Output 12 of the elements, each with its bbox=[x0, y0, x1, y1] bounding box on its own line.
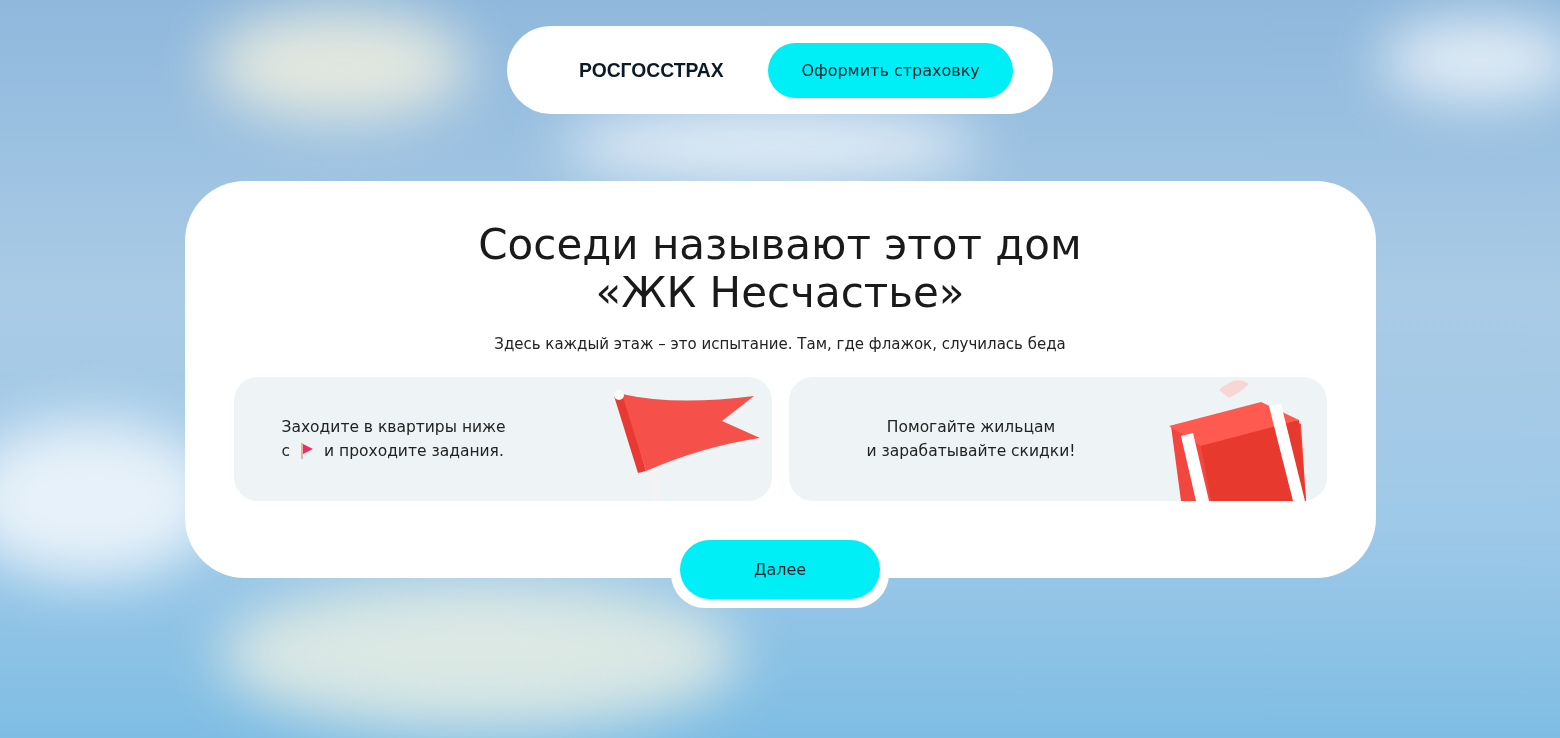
card-text: Помогайте жильцам bbox=[886, 418, 1056, 436]
title: Соседи называют этот дом bbox=[478, 221, 1082, 269]
card-text: и проходите задания. bbox=[324, 442, 504, 460]
card-text: с bbox=[281, 442, 291, 460]
get-insurance-button[interactable]: Оформить страховку bbox=[768, 42, 1013, 98]
flag-icon bbox=[300, 442, 315, 460]
card-text: Заходите в квартиры ниже bbox=[281, 418, 506, 436]
next-button[interactable]: Далее bbox=[680, 540, 880, 599]
title: «ЖК Несчастье» bbox=[595, 269, 965, 317]
logo[interactable]: РОСГОССТРАХ bbox=[579, 58, 724, 82]
subtitle: Здесь каждый этаж – это испытание. Там, где флажок, случилась беда bbox=[494, 335, 1066, 353]
card-text: и зарабатывайте скидки! bbox=[866, 442, 1076, 460]
